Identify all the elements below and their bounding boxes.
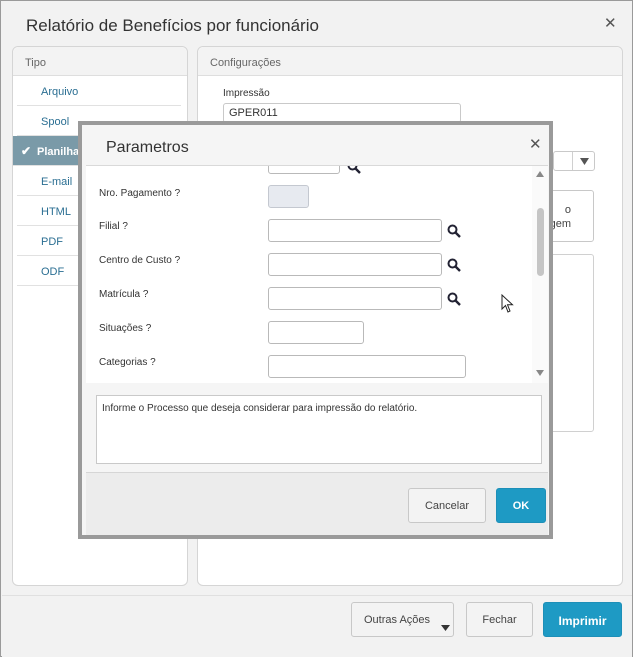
search-icon[interactable]	[347, 165, 361, 174]
check-icon: ✔	[21, 144, 32, 158]
tipo-item-label: Arquivo	[41, 86, 79, 98]
modal-title: Parametros	[106, 139, 189, 156]
impressao-field[interactable]: GPER011	[223, 103, 461, 123]
chevron-down-icon	[580, 158, 589, 165]
ok-button[interactable]: OK	[496, 488, 546, 523]
search-icon[interactable]	[447, 292, 461, 306]
help-text-box: Informe o Processo que deseja considerar…	[96, 395, 542, 464]
search-icon[interactable]	[447, 258, 461, 272]
param-input-matricula[interactable]	[268, 287, 442, 310]
dialog-close-icon[interactable]: ✕	[604, 16, 617, 31]
tipo-item-label: PDF	[41, 236, 63, 248]
scroll-down-icon[interactable]	[536, 370, 544, 376]
dialog-footer: Outras Ações Fechar Imprimir	[2, 595, 632, 657]
tipo-panel-header: Tipo	[13, 47, 187, 76]
parametros-modal: Parametros ✕ Nro. Pagamento ? Filial ? C…	[82, 125, 549, 535]
param-label-matricula: Matrícula ?	[99, 289, 149, 300]
param-input-categorias[interactable]	[268, 355, 466, 378]
param-label-situacoes: Situações ?	[99, 323, 152, 334]
select-divider	[572, 152, 573, 170]
param-label-categorias: Categorias ?	[99, 357, 156, 368]
param-input-centro-de-custo[interactable]	[268, 253, 442, 276]
dialog-title: Relatório de Benefícios por funcionário	[26, 16, 319, 35]
scroll-up-icon[interactable]	[536, 171, 544, 177]
other-actions-label: Outras Ações	[364, 614, 431, 626]
tipo-item-arquivo[interactable]: Arquivo	[17, 76, 181, 106]
search-icon[interactable]	[447, 224, 461, 238]
param-label-nro-pagamento: Nro. Pagamento ?	[99, 188, 181, 199]
scrollbar-thumb[interactable]	[537, 208, 544, 276]
modal-footer: Cancelar OK	[86, 472, 548, 535]
param-input-situacoes[interactable]	[268, 321, 364, 344]
tipo-item-label: Spool	[41, 116, 70, 128]
param-label-centro-de-custo: Centro de Custo ?	[99, 255, 181, 266]
mouse-cursor-icon	[501, 294, 514, 313]
param-label-filial: Filial ?	[99, 221, 128, 232]
other-actions-button[interactable]: Outras Ações	[351, 602, 454, 637]
parameters-scroll-area[interactable]: Nro. Pagamento ? Filial ? Centro de Cust…	[86, 165, 548, 383]
close-button[interactable]: Fechar	[466, 602, 533, 637]
param-input-nro-pagamento	[268, 185, 309, 208]
parametros-modal-frame: Parametros ✕ Nro. Pagamento ? Filial ? C…	[78, 121, 553, 539]
tipo-item-label: Planilha	[37, 146, 80, 158]
cancel-button[interactable]: Cancelar	[408, 488, 486, 523]
tipo-item-label: E-mail	[41, 176, 73, 188]
config-select[interactable]	[553, 151, 595, 171]
impressao-label: Impressão	[223, 88, 270, 99]
modal-close-icon[interactable]: ✕	[529, 137, 542, 152]
print-button[interactable]: Imprimir	[543, 602, 622, 637]
tipo-item-label: HTML	[41, 206, 71, 218]
param-input-partial[interactable]	[268, 166, 340, 174]
config-panel-header: Configurações	[198, 47, 622, 76]
dialog-title-bar: Relatório de Benefícios por funcionário …	[2, 2, 632, 46]
caret-down-icon	[441, 625, 450, 631]
param-input-filial[interactable]	[268, 219, 442, 242]
tipo-item-label: ODF	[41, 266, 65, 278]
parameters-scrollbar[interactable]	[532, 166, 548, 383]
